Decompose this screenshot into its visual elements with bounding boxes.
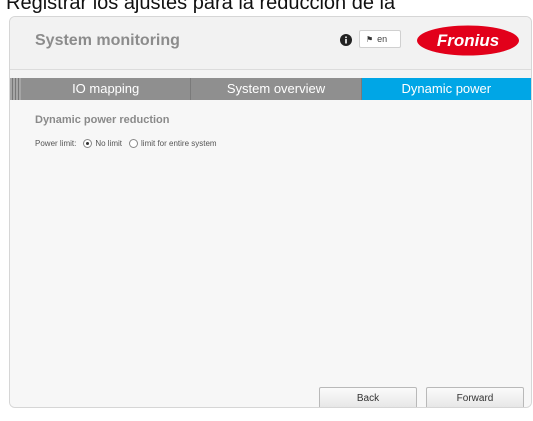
no-limit-label[interactable]: No limit [95,139,122,148]
tab-bar: IO mapping System overview Dynamic power [10,78,531,100]
page-caption: Registrar los ajustes para la reducción … [6,0,396,14]
header-bar: System monitoring ⚑ en Fronius [10,17,531,70]
app-title: System monitoring [35,32,180,49]
svg-text:Fronius: Fronius [437,31,499,50]
main-content: Dynamic power reduction Power limit: No … [10,100,531,407]
limit-entire-system-radio[interactable] [129,139,139,148]
section-title: Dynamic power reduction [35,114,170,126]
power-limit-row: Power limit: No limit limit for entire s… [35,139,217,148]
power-limit-label: Power limit: [35,139,77,148]
no-limit-radio[interactable] [83,139,93,148]
limit-entire-system-label[interactable]: limit for entire system [141,139,217,148]
tab-system-overview[interactable]: System overview [191,78,362,100]
tab-grip [10,78,21,100]
language-label: en [377,34,388,44]
tab-io-mapping[interactable]: IO mapping [21,78,192,100]
system-monitoring-panel: System monitoring ⚑ en Fronius IO mappin… [9,16,532,408]
fronius-logo: Fronius [417,25,519,56]
tab-dynamic-power[interactable]: Dynamic power [361,78,531,100]
language-selector[interactable]: ⚑ en [359,30,401,48]
flag-icon: ⚑ [366,34,374,44]
forward-button[interactable]: Forward [426,387,524,407]
back-button[interactable]: Back [319,387,417,407]
info-icon[interactable] [340,34,352,46]
